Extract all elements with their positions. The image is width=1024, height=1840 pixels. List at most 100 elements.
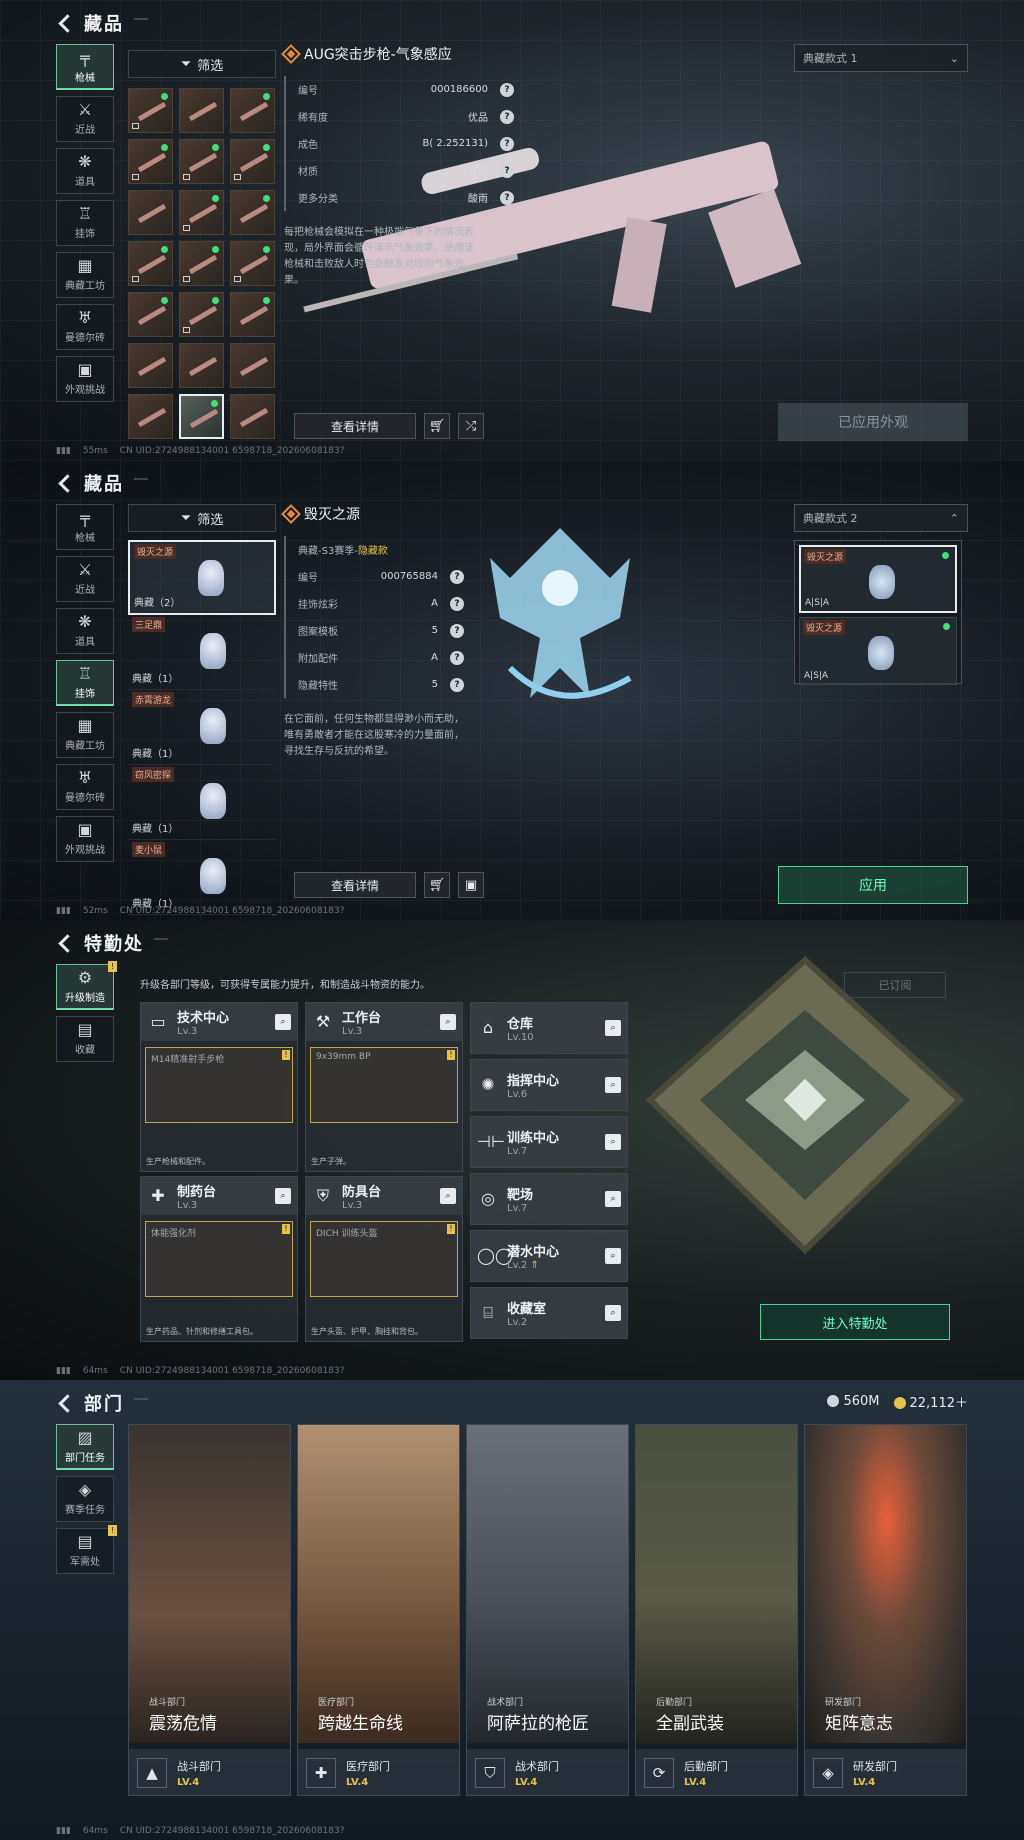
nav-props[interactable]: ❋ 道具 bbox=[56, 148, 114, 194]
help-icon[interactable]: ? bbox=[450, 677, 464, 692]
help-icon[interactable]: ? bbox=[500, 82, 514, 97]
currency-b[interactable]: 22,112＋ bbox=[893, 1392, 968, 1411]
weapon-cell[interactable] bbox=[128, 394, 173, 439]
search-icon[interactable]: ⌕ bbox=[605, 1020, 621, 1036]
weapon-cell[interactable] bbox=[230, 343, 275, 388]
search-icon[interactable]: ⌕ bbox=[605, 1191, 621, 1207]
facility-shooting-range[interactable]: ◎ 靶场 Lv.7 ⌕ bbox=[470, 1173, 628, 1225]
search-icon[interactable]: ⌕ bbox=[605, 1305, 621, 1321]
search-icon[interactable]: ⌕ bbox=[605, 1077, 621, 1093]
weapon-cell[interactable] bbox=[128, 241, 173, 286]
weapon-cell[interactable] bbox=[230, 394, 275, 439]
back-button[interactable] bbox=[56, 1394, 74, 1412]
equip-icon[interactable]: ▣ bbox=[458, 872, 484, 898]
weapon-cell[interactable] bbox=[179, 88, 224, 133]
filter-button[interactable]: ⏷ 筛选 bbox=[128, 50, 276, 78]
style-option-selected[interactable]: 毁灭之源 A|S|A bbox=[799, 545, 957, 613]
enter-special-ops-button[interactable]: 进入特勤处 bbox=[760, 1304, 950, 1340]
back-button[interactable] bbox=[56, 14, 74, 32]
weapon-cell-selected[interactable] bbox=[179, 394, 224, 439]
nav-mandel-brick[interactable]: ♅ 曼德尔砖 bbox=[56, 764, 114, 810]
subscribed-button[interactable]: 已订阅 bbox=[844, 972, 946, 998]
filter-button[interactable]: ⏷ 筛选 bbox=[128, 504, 276, 532]
production-slot[interactable]: M14精准射手步枪! bbox=[145, 1047, 293, 1123]
charm-item-selected[interactable]: 毁灭之源 典藏（2） bbox=[128, 540, 276, 615]
help-icon[interactable]: ? bbox=[500, 136, 514, 151]
weapon-cell[interactable] bbox=[179, 343, 224, 388]
production-slot[interactable]: 体能强化剂! bbox=[145, 1221, 293, 1297]
facility-tech-center[interactable]: ▭ 技术中心 Lv.3 ⌕ M14精准射手步枪! 生产枪械和配件。 bbox=[140, 1002, 298, 1172]
cart-icon[interactable]: 🛒︎ bbox=[424, 872, 450, 898]
facility-warehouse[interactable]: ⌂ 仓库 Lv.10 ⌕ bbox=[470, 1002, 628, 1054]
nav-firearms[interactable]: ╤ 枪械 bbox=[56, 44, 114, 90]
view-details-button[interactable]: 查看详情 bbox=[294, 872, 416, 898]
weapon-cell[interactable] bbox=[230, 88, 275, 133]
charm-item[interactable]: 窃风密探 典藏（1） bbox=[128, 765, 276, 840]
department-card-tactical[interactable]: 战术部门 阿萨拉的枪匠 ⛉ 战术部门 LV.4 bbox=[466, 1424, 629, 1796]
department-card-combat[interactable]: 战斗部门 震荡危情 ▲ 战斗部门 LV.4 bbox=[128, 1424, 291, 1796]
search-icon[interactable]: ⌕ bbox=[275, 1014, 291, 1030]
search-icon[interactable]: ⌕ bbox=[275, 1188, 291, 1204]
help-icon[interactable]: ? bbox=[500, 109, 514, 124]
production-slot[interactable]: DICH 训练头盔! bbox=[310, 1221, 458, 1297]
applied-appearance-button[interactable]: 已应用外观 bbox=[778, 403, 968, 441]
style-option[interactable]: 毁灭之源 A|S|A bbox=[799, 617, 957, 685]
facility-command-center[interactable]: ✺ 指挥中心 Lv.6 ⌕ bbox=[470, 1059, 628, 1111]
nav-season-tasks[interactable]: ◈ 赛季任务 bbox=[56, 1476, 114, 1522]
nav-melee[interactable]: ⚔ 近战 bbox=[56, 96, 114, 142]
facility-collection-room[interactable]: ⌸ 收藏室 Lv.2 ⌕ bbox=[470, 1287, 628, 1339]
facility-training-center[interactable]: ⊣⊢ 训练中心 Lv.7 ⌕ bbox=[470, 1116, 628, 1168]
department-card-logistics[interactable]: 后勤部门 全副武装 ⟳ 后勤部门 LV.4 bbox=[635, 1424, 798, 1796]
nav-props[interactable]: ❋ 道具 bbox=[56, 608, 114, 654]
department-card-medical[interactable]: 医疗部门 跨越生命线 ✚ 医疗部门 LV.4 bbox=[297, 1424, 460, 1796]
nav-appearance-challenge[interactable]: ▣ 外观挑战 bbox=[56, 356, 114, 402]
help-icon[interactable]: ? bbox=[500, 190, 514, 205]
weapon-cell[interactable] bbox=[179, 292, 224, 337]
help-icon[interactable]: ? bbox=[500, 163, 514, 178]
nav-workshop[interactable]: ▦ 典藏工坊 bbox=[56, 712, 114, 758]
facility-armor-bench[interactable]: ⛨ 防具台 Lv.3 ⌕ DICH 训练头盔! 生产头盔、护甲、胸挂和背包。 bbox=[305, 1176, 463, 1342]
weapon-cell[interactable] bbox=[128, 190, 173, 235]
style-dropdown[interactable]: 典藏款式 2 ⌃ bbox=[794, 504, 968, 532]
search-icon[interactable]: ⌕ bbox=[605, 1134, 621, 1150]
nav-mandel-brick[interactable]: ♅ 曼德尔砖 bbox=[56, 304, 114, 350]
production-slot[interactable]: 9x39mm BP! bbox=[310, 1047, 458, 1123]
weapon-cell[interactable] bbox=[179, 190, 224, 235]
nav-quartermaster[interactable]: ! ▤ 军需处 bbox=[56, 1525, 117, 1574]
charm-item[interactable]: 麦小鼠 典藏（1） bbox=[128, 840, 276, 915]
nav-firearms[interactable]: ╤ 枪械 bbox=[56, 504, 114, 550]
cart-icon[interactable]: 🛒︎ bbox=[424, 413, 450, 439]
nav-charms[interactable]: ♖ 挂饰 bbox=[56, 660, 114, 706]
nav-melee[interactable]: ⚔ 近战 bbox=[56, 556, 114, 602]
charm-item[interactable]: 赤霄游龙 典藏（1） bbox=[128, 690, 276, 765]
department-card-research[interactable]: 研发部门 矩阵意志 ◈ 研发部门 LV.4 bbox=[804, 1424, 967, 1796]
back-button[interactable] bbox=[56, 934, 74, 952]
weapon-cell[interactable] bbox=[179, 139, 224, 184]
nav-department-tasks[interactable]: ▨ 部门任务 bbox=[56, 1424, 114, 1470]
nav-charms[interactable]: ♖ 挂饰 bbox=[56, 200, 114, 246]
help-icon[interactable]: ? bbox=[450, 623, 464, 638]
nav-appearance-challenge[interactable]: ▣ 外观挑战 bbox=[56, 816, 114, 862]
shuffle-icon[interactable]: ⤮ bbox=[458, 413, 484, 439]
help-icon[interactable]: ? bbox=[450, 569, 464, 584]
weapon-cell[interactable] bbox=[128, 292, 173, 337]
search-icon[interactable]: ⌕ bbox=[440, 1014, 456, 1030]
facility-diving-center[interactable]: ◯◯ 潜水中心 Lv.2 ⇑ ⌕ bbox=[470, 1230, 628, 1282]
apply-button[interactable]: 应用 bbox=[778, 866, 968, 904]
weapon-cell[interactable] bbox=[179, 241, 224, 286]
nav-upgrade-craft[interactable]: ! ⚙ 升级制造 bbox=[56, 961, 117, 1010]
weapon-cell[interactable] bbox=[230, 190, 275, 235]
style-dropdown[interactable]: 典藏款式 1 ⌄ bbox=[794, 44, 968, 72]
weapon-cell[interactable] bbox=[230, 139, 275, 184]
nav-workshop[interactable]: ▦ 典藏工坊 bbox=[56, 252, 114, 298]
charm-item[interactable]: 三足鼎 典藏（1） bbox=[128, 615, 276, 690]
facility-pharmacy[interactable]: ✚ 制药台 Lv.3 ⌕ 体能强化剂! 生产药品、针剂和修缮工具包。 bbox=[140, 1176, 298, 1342]
weapon-cell[interactable] bbox=[230, 241, 275, 286]
help-icon[interactable]: ? bbox=[450, 650, 464, 665]
weapon-cell[interactable] bbox=[128, 139, 173, 184]
search-icon[interactable]: ⌕ bbox=[605, 1248, 621, 1264]
weapon-cell[interactable] bbox=[128, 343, 173, 388]
view-details-button[interactable]: 查看详情 bbox=[294, 413, 416, 439]
help-icon[interactable]: ? bbox=[450, 596, 464, 611]
facility-workbench[interactable]: ⚒ 工作台 Lv.3 ⌕ 9x39mm BP! 生产子弹。 bbox=[305, 1002, 463, 1172]
